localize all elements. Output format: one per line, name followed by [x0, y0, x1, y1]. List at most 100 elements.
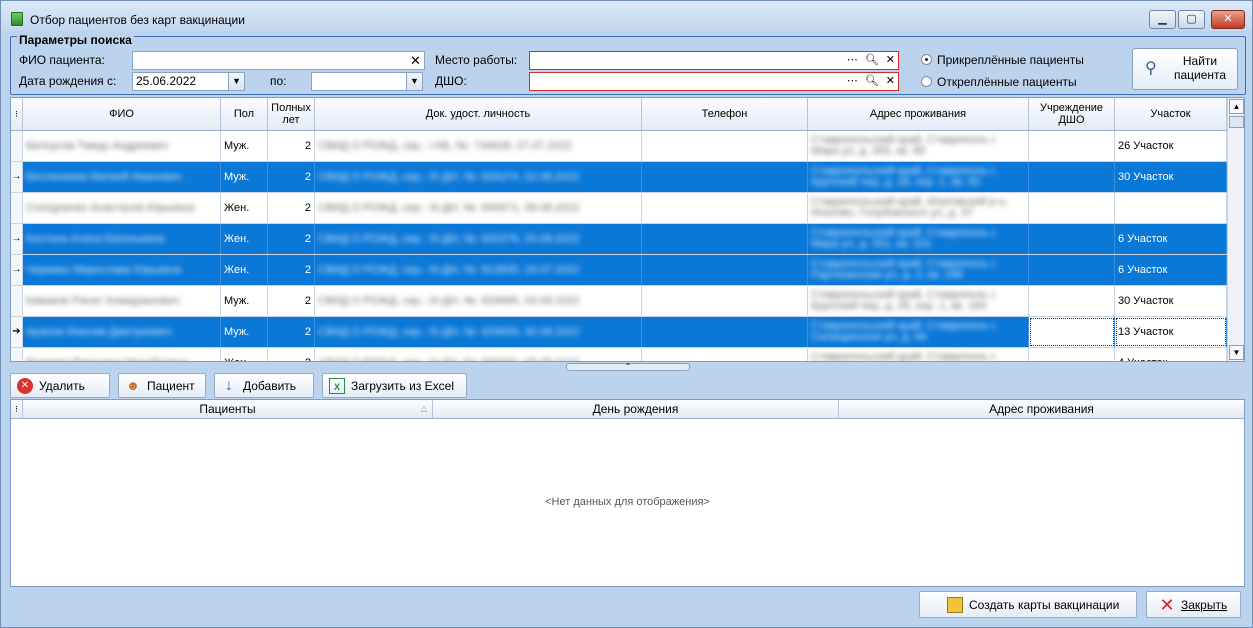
table-row[interactable]: → Костина Алиса Евгеньевна Жен. 2 СВИД О РОЖ… — [11, 224, 1227, 255]
cell-dsho[interactable] — [1029, 131, 1115, 161]
cell-district[interactable]: 30 Участок — [1115, 286, 1227, 316]
cell-dsho[interactable] — [1029, 193, 1115, 223]
cell-address[interactable]: Ставропольский край, Ипатовский р-н, Ипа… — [808, 193, 1029, 223]
column-doc[interactable]: Док. удост. личность — [315, 98, 642, 130]
fio-input[interactable]: ✕ — [132, 51, 425, 70]
cell-age[interactable]: 2 — [268, 193, 315, 223]
table-row[interactable]: → Бесленеева Матвей Иванович Муж. 2 СВИД О Р… — [11, 162, 1227, 193]
cell-address[interactable]: Ставропольский край, Ставрополь г, Пирог… — [808, 348, 1029, 361]
table-row[interactable]: Камаков Ринат Ахмедзанович Муж. 2 СВИД О РО… — [11, 286, 1227, 317]
table-row[interactable]: Ведеева Вероника Михайловна Жен. 2 СВИД О Р… — [11, 348, 1227, 361]
scroll-thumb[interactable] — [1229, 116, 1244, 128]
cell-address[interactable]: Ставропольский край, Ставрополь г, Мира … — [808, 131, 1029, 161]
cell-dsho[interactable] — [1029, 286, 1115, 316]
cell-doc[interactable]: СВИД О РОЖД, сер.: III-ДН, №: 840671, 08… — [315, 193, 642, 223]
table-row[interactable]: Солодченко Анастасия Юрьевна Жен. 2 СВИД О … — [11, 193, 1227, 224]
column-sex[interactable]: Пол — [221, 98, 268, 130]
radio-attached[interactable]: Прикреплённые пациенты — [921, 53, 1084, 67]
scroll-down-icon[interactable]: ▼ — [1229, 345, 1244, 360]
close-window-button[interactable]: ✕ — [1211, 10, 1245, 29]
cell-phone[interactable] — [642, 162, 808, 192]
cell-district[interactable]: 26 Участок — [1115, 131, 1227, 161]
cell-district[interactable]: 30 Участок — [1115, 162, 1227, 192]
column-age[interactable]: Полных лет — [268, 98, 315, 130]
cell-dsho[interactable] — [1029, 255, 1115, 285]
cell-sex[interactable]: Жен. — [221, 193, 268, 223]
work-input[interactable]: ⋯ 🔍︎ ✕ — [529, 51, 899, 70]
cell-phone[interactable] — [642, 286, 808, 316]
column-dsho[interactable]: Учреждение ДШО — [1029, 98, 1115, 130]
cell-phone[interactable] — [642, 224, 808, 254]
cell-fio[interactable]: Солодченко Анастасия Юрьевна — [23, 193, 221, 223]
cell-sex[interactable]: Муж. — [221, 286, 268, 316]
vertical-scrollbar[interactable]: ▲ ▼ — [1227, 98, 1244, 361]
column-fio[interactable]: ФИО — [23, 98, 221, 130]
cell-address[interactable]: Ставропольский край, Ставрополь г, Парти… — [808, 255, 1029, 285]
cell-dsho[interactable] — [1029, 348, 1115, 361]
load-excel-button[interactable]: X Загрузить из Excel — [322, 373, 467, 398]
close-button[interactable]: ✕ Закрыть — [1146, 591, 1241, 618]
work-field-buttons[interactable]: ⋯ 🔍︎ ✕ — [847, 52, 897, 69]
cell-age[interactable]: 2 — [268, 162, 315, 192]
column-birthday[interactable]: День рождения — [433, 400, 839, 418]
cell-sex[interactable]: Муж. — [221, 162, 268, 192]
column-address[interactable]: Адрес проживания — [808, 98, 1029, 130]
cell-doc[interactable]: СВИД О РОЖД, сер.: I-КБ, №: 734628, 07.0… — [315, 131, 642, 161]
add-button[interactable]: ↓ Добавить — [214, 373, 314, 398]
cell-district[interactable]: 4 Участок — [1115, 348, 1227, 361]
dsho-field-buttons[interactable]: ⋯ 🔍︎ ✕ — [847, 73, 897, 90]
delete-button[interactable]: ✕ Удалить — [10, 373, 110, 398]
cell-district[interactable] — [1115, 193, 1227, 223]
table-row[interactable]: → Черемко Мирослава Юрьевна Жен. 2 СВИД О РО… — [11, 255, 1227, 286]
maximize-button[interactable]: ▢ — [1178, 10, 1205, 29]
minimize-button[interactable]: ▁ — [1149, 10, 1176, 29]
column-district[interactable]: Участок — [1115, 98, 1227, 130]
dob-from-input[interactable]: 25.06.2022 ▼ — [132, 72, 245, 91]
cell-age[interactable]: 2 — [268, 317, 315, 347]
cell-doc[interactable]: СВИД О РОЖД, сер.: III-ДН, №: 829659, 30… — [315, 317, 642, 347]
cell-address[interactable]: Ставропольский край, Ставрополь г, Крупс… — [808, 286, 1029, 316]
cell-phone[interactable] — [642, 131, 808, 161]
cell-dsho[interactable] — [1029, 162, 1115, 192]
cell-age[interactable]: 2 — [268, 286, 315, 316]
cell-address[interactable]: Ставропольский край, Ставрополь г, Мира … — [808, 224, 1029, 254]
cell-district[interactable]: 13 Участок — [1115, 317, 1227, 347]
find-patient-button[interactable]: ⚲ Найти пациента — [1132, 48, 1238, 90]
cell-doc[interactable]: СВИД О РОЖД, сер.: III-ДН, №: 813835, 18… — [315, 255, 642, 285]
cell-phone[interactable] — [642, 193, 808, 223]
table-row[interactable]: Белоусов Тимур Андреевич Муж. 2 СВИД О РОЖД… — [11, 131, 1227, 162]
cell-sex[interactable]: Жен. — [221, 348, 268, 361]
cell-phone[interactable] — [642, 348, 808, 361]
cell-fio[interactable]: Ведеева Вероника Михайловна — [23, 348, 221, 361]
table-row[interactable]: ➔ Арапов Максим Дмитриевич Муж. 2 СВИД О РОЖ… — [11, 317, 1227, 348]
cell-dsho[interactable] — [1029, 317, 1115, 347]
cell-age[interactable]: 2 — [268, 348, 315, 361]
cell-dsho[interactable] — [1029, 224, 1115, 254]
cell-fio[interactable]: Арапов Максим Дмитриевич — [23, 317, 221, 347]
cell-sex[interactable]: Муж. — [221, 317, 268, 347]
cell-age[interactable]: 2 — [268, 224, 315, 254]
cell-fio[interactable]: Бесленеева Матвей Иванович — [23, 162, 221, 192]
cell-district[interactable]: 6 Участок — [1115, 224, 1227, 254]
cell-sex[interactable]: Муж. — [221, 131, 268, 161]
cell-doc[interactable]: СВИД О РОЖД, сер.: III-ДН, №: 820376, 25… — [315, 224, 642, 254]
cell-phone[interactable] — [642, 317, 808, 347]
cell-phone[interactable] — [642, 255, 808, 285]
cell-sex[interactable]: Жен. — [221, 255, 268, 285]
cell-district[interactable]: 6 Участок — [1115, 255, 1227, 285]
column-address-2[interactable]: Адрес проживания — [839, 400, 1244, 418]
cell-fio[interactable]: Белоусов Тимур Андреевич — [23, 131, 221, 161]
cell-doc[interactable]: СВИД О РОЖД, сер.: III-ДН, №: 829685, 03… — [315, 286, 642, 316]
cell-doc[interactable]: СВИД О РОЖД, сер.: III-ДН, №: 839082, 08… — [315, 348, 642, 361]
create-cards-button[interactable]: Создать карты вакцинации — [919, 591, 1137, 618]
scroll-up-icon[interactable]: ▲ — [1229, 99, 1244, 114]
cell-fio[interactable]: Костина Алиса Евгеньевна — [23, 224, 221, 254]
cell-sex[interactable]: Жен. — [221, 224, 268, 254]
chevron-down-icon[interactable]: ▼ — [406, 73, 422, 90]
chevron-down-icon[interactable]: ▼ — [228, 73, 244, 90]
dob-to-input[interactable]: ▼ — [311, 72, 423, 91]
column-phone[interactable]: Телефон — [642, 98, 808, 130]
column-patients[interactable]: Пациенты △ — [23, 400, 433, 418]
patient-button[interactable]: ☻ Пациент — [118, 373, 206, 398]
cell-age[interactable]: 2 — [268, 131, 315, 161]
